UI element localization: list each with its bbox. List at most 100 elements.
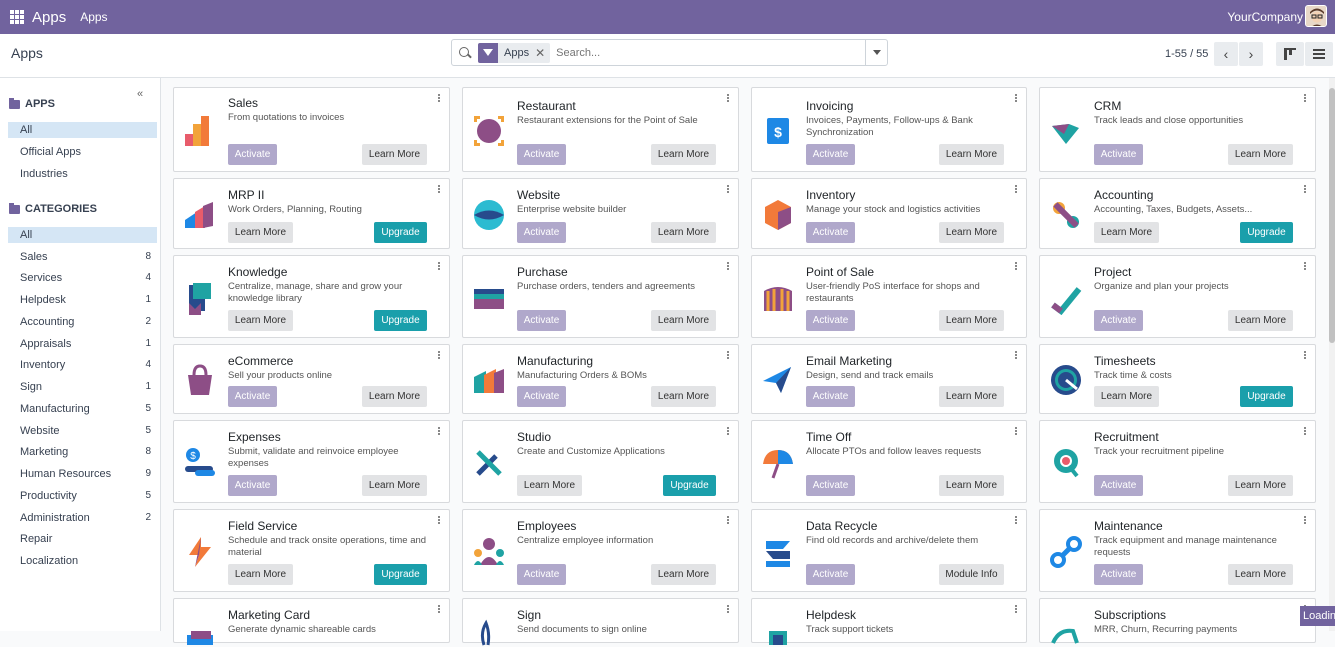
app-card[interactable]: Email Marketing Design, send and track em… — [751, 344, 1027, 414]
card-menu-icon[interactable] — [1304, 351, 1307, 361]
app-card[interactable]: $ Expenses Submit, validate and reinvoice … — [173, 420, 450, 503]
category-item[interactable]: Productivity 5 — [8, 488, 157, 504]
page-scrollbar[interactable] — [1329, 78, 1335, 631]
card-menu-icon[interactable] — [438, 605, 441, 615]
category-item[interactable]: Human Resources 9 — [8, 466, 157, 482]
card-menu-icon[interactable] — [438, 185, 441, 195]
learn-more-button[interactable]: Learn More — [228, 310, 293, 331]
app-card[interactable]: Studio Create and Customize Applications L… — [462, 420, 739, 503]
card-menu-icon[interactable] — [1304, 516, 1307, 526]
pager-next-button[interactable]: › — [1239, 42, 1263, 66]
card-menu-icon[interactable] — [727, 605, 730, 615]
card-menu-icon[interactable] — [1304, 94, 1307, 104]
app-card[interactable]: Manufacturing Manufacturing Orders & BOMs… — [462, 344, 739, 414]
search-input[interactable] — [556, 46, 865, 59]
activate-button[interactable]: Activate — [806, 564, 855, 585]
app-card[interactable]: Maintenance Track equipment and manage ma… — [1039, 509, 1316, 592]
pager-value[interactable]: 1-55 / 55 — [1165, 48, 1208, 60]
app-card[interactable]: Website Enterprise website builder Activat… — [462, 178, 739, 249]
card-menu-icon[interactable] — [438, 262, 441, 272]
app-card[interactable]: Restaurant Restaurant extensions for the … — [462, 87, 739, 172]
learn-more-button[interactable]: Learn More — [362, 386, 427, 407]
user-avatar[interactable] — [1305, 5, 1327, 27]
list-view-button[interactable] — [1305, 42, 1333, 66]
category-item[interactable]: All — [8, 227, 157, 243]
category-item[interactable]: Services 4 — [8, 270, 157, 286]
learn-more-button[interactable]: Learn More — [228, 222, 293, 243]
scrollbar-thumb[interactable] — [1329, 88, 1335, 343]
search-bar[interactable]: Apps ✕ — [451, 39, 888, 66]
activate-button[interactable]: Activate — [517, 564, 566, 585]
activate-button[interactable]: Activate — [806, 222, 855, 243]
app-card[interactable]: CRM Track leads and close opportunities Ac… — [1039, 87, 1316, 172]
learn-more-button[interactable]: Learn More — [939, 222, 1004, 243]
app-card[interactable]: Employees Centralize employee information… — [462, 509, 739, 592]
activate-button[interactable]: Activate — [1094, 564, 1143, 585]
card-menu-icon[interactable] — [438, 516, 441, 526]
upgrade-button[interactable]: Upgrade — [374, 564, 427, 585]
kanban-view-button[interactable] — [1276, 42, 1304, 66]
app-card[interactable]: Helpdesk Track support tickets — [751, 598, 1027, 645]
activate-button[interactable]: Activate — [517, 144, 566, 165]
category-item[interactable]: Accounting 2 — [8, 314, 157, 330]
card-menu-icon[interactable] — [727, 351, 730, 361]
card-menu-icon[interactable] — [1015, 605, 1018, 615]
card-menu-icon[interactable] — [1015, 94, 1018, 104]
category-item[interactable]: Inventory 4 — [8, 357, 157, 373]
learn-more-button[interactable]: Learn More — [939, 310, 1004, 331]
facet-remove-icon[interactable]: ✕ — [535, 46, 550, 60]
activate-button[interactable]: Activate — [1094, 144, 1143, 165]
learn-more-button[interactable]: Learn More — [1094, 222, 1159, 243]
category-item[interactable]: Administration 2 — [8, 510, 157, 526]
card-menu-icon[interactable] — [727, 262, 730, 272]
upgrade-button[interactable]: Upgrade — [1240, 222, 1293, 243]
learn-more-button[interactable]: Learn More — [1094, 386, 1159, 407]
activate-button[interactable]: Activate — [1094, 310, 1143, 331]
search-options-toggle[interactable] — [865, 40, 887, 65]
card-menu-icon[interactable] — [727, 516, 730, 526]
learn-more-button[interactable]: Learn More — [939, 475, 1004, 496]
card-menu-icon[interactable] — [438, 351, 441, 361]
learn-more-button[interactable]: Learn More — [939, 386, 1004, 407]
category-item[interactable]: Appraisals 1 — [8, 336, 157, 352]
category-item[interactable]: Sign 1 — [8, 379, 157, 395]
card-menu-icon[interactable] — [1015, 427, 1018, 437]
app-card[interactable]: Timesheets Track time & costs Learn More Up… — [1039, 344, 1316, 414]
app-card[interactable]: Purchase Purchase orders, tenders and agr… — [462, 255, 739, 338]
card-menu-icon[interactable] — [1015, 262, 1018, 272]
learn-more-button[interactable]: Learn More — [228, 564, 293, 585]
collapse-panel-icon[interactable]: « — [137, 88, 143, 100]
card-menu-icon[interactable] — [1304, 427, 1307, 437]
learn-more-button[interactable]: Learn More — [651, 222, 716, 243]
app-card[interactable]: eCommerce Sell your products online Activa… — [173, 344, 450, 414]
category-item[interactable]: Sales 8 — [8, 249, 157, 265]
card-menu-icon[interactable] — [1015, 516, 1018, 526]
activate-button[interactable]: Activate — [517, 310, 566, 331]
app-card[interactable]: $ Invoicing Invoices, Payments, Follow-ups… — [751, 87, 1027, 172]
module-info-button[interactable]: Module Info — [939, 564, 1004, 585]
apps-filter-item[interactable]: Official Apps — [8, 144, 157, 160]
category-item[interactable]: Website 5 — [8, 423, 157, 439]
apps-filter-item[interactable]: Industries — [8, 166, 157, 182]
category-item[interactable]: Marketing 8 — [8, 444, 157, 460]
app-card[interactable]: Project Organize and plan your projects Ac… — [1039, 255, 1316, 338]
app-card[interactable]: Data Recycle Find old records and archive… — [751, 509, 1027, 592]
category-item[interactable]: Helpdesk 1 — [8, 292, 157, 308]
card-menu-icon[interactable] — [1015, 185, 1018, 195]
pager-prev-button[interactable]: ‹ — [1214, 42, 1238, 66]
upgrade-button[interactable]: Upgrade — [374, 310, 427, 331]
category-item[interactable]: Repair — [8, 531, 157, 547]
learn-more-button[interactable]: Learn More — [651, 310, 716, 331]
card-menu-icon[interactable] — [1015, 351, 1018, 361]
learn-more-button[interactable]: Learn More — [651, 144, 716, 165]
app-card[interactable]: Point of Sale User-friendly PoS interface… — [751, 255, 1027, 338]
activate-button[interactable]: Activate — [517, 386, 566, 407]
activate-button[interactable]: Activate — [806, 475, 855, 496]
learn-more-button[interactable]: Learn More — [651, 386, 716, 407]
learn-more-button[interactable]: Learn More — [939, 144, 1004, 165]
learn-more-button[interactable]: Learn More — [517, 475, 582, 496]
learn-more-button[interactable]: Learn More — [362, 475, 427, 496]
app-card[interactable]: Field Service Schedule and track onsite o… — [173, 509, 450, 592]
learn-more-button[interactable]: Learn More — [362, 144, 427, 165]
app-card[interactable]: Time Off Allocate PTOs and follow leaves … — [751, 420, 1027, 503]
